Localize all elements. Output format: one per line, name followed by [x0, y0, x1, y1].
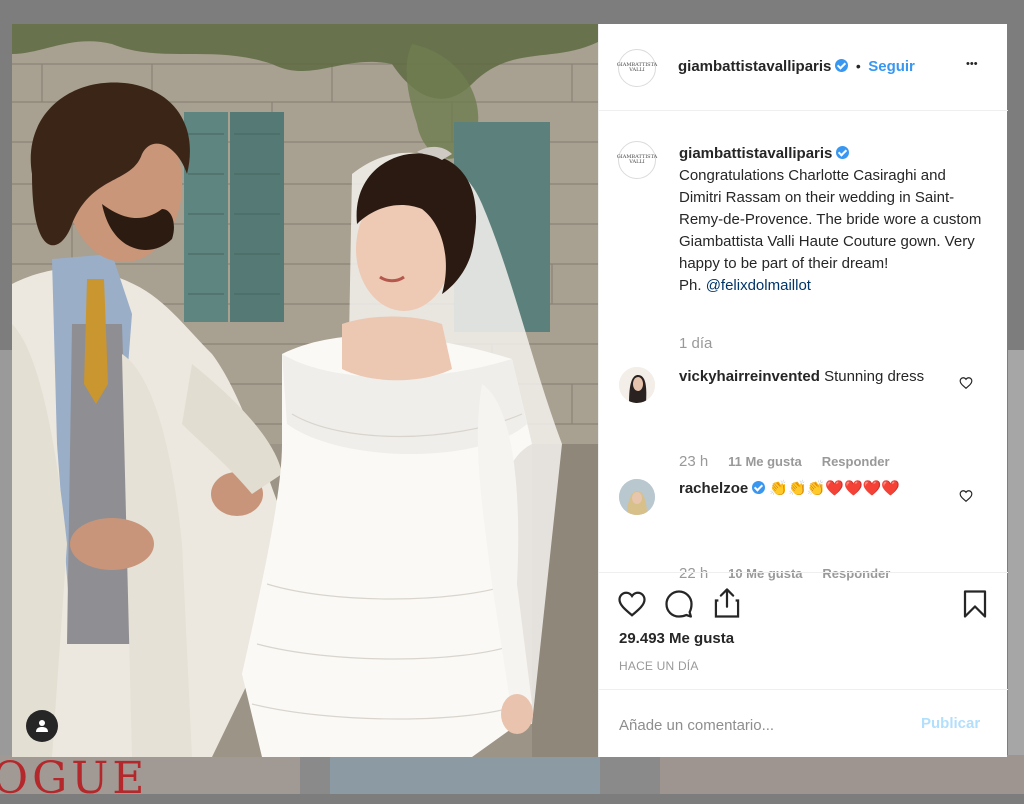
comment-input[interactable]: [617, 712, 901, 738]
bookmark-icon[interactable]: [962, 589, 988, 619]
commenter-photo: [619, 479, 655, 515]
post-sidebar: GIAMBATTISTA VALLI giambattistavallipari…: [598, 24, 1008, 757]
commenter-avatar[interactable]: [619, 367, 655, 403]
verified-badge-icon: [752, 481, 766, 494]
comment-reply-button[interactable]: Responder: [822, 454, 890, 469]
brand-logo-line: VALLI: [629, 159, 645, 165]
comment-username[interactable]: vickyhairreinvented: [679, 368, 820, 385]
author-username[interactable]: giambattistavalliparis: [678, 58, 831, 75]
post-header: GIAMBATTISTA VALLI giambattistavallipari…: [599, 24, 1008, 111]
comment-username[interactable]: rachelzoe: [679, 480, 748, 497]
verified-badge-icon: [836, 146, 850, 159]
background-logo-text: OGUE: [0, 753, 149, 804]
commenter-avatar[interactable]: [619, 479, 655, 515]
comment-text: 👏👏👏❤️❤️❤️❤️: [769, 480, 901, 497]
comment-like-heart-icon[interactable]: [959, 489, 973, 503]
post-caption: giambattistavalliparis Congratulations C…: [679, 143, 984, 297]
comment-like-heart-icon[interactable]: [959, 376, 973, 390]
brand-logo: GIAMBATTISTA VALLI: [617, 155, 658, 165]
caption-text: Congratulations Charlotte Casiraghi and …: [679, 167, 982, 272]
post-timestamp[interactable]: HACE UN DÍA: [619, 659, 699, 673]
background-thumbnail: OGUE: [0, 755, 300, 801]
background-thumbnail: [330, 755, 600, 794]
brand-logo-line: VALLI: [629, 67, 645, 73]
author-avatar[interactable]: GIAMBATTISTA VALLI: [617, 49, 658, 87]
caption-author-avatar[interactable]: GIAMBATTISTA VALLI: [617, 141, 658, 179]
brand-logo: GIAMBATTISTA VALLI: [617, 63, 658, 73]
header-user-line: giambattistavalliparis • Seguir: [678, 58, 915, 76]
like-count[interactable]: 29.493 Me gusta: [619, 630, 734, 647]
verified-badge-icon: [835, 59, 849, 72]
post-actions: 29.493 Me gusta HACE UN DÍA: [599, 572, 1008, 689]
heart-icon[interactable]: [617, 589, 647, 619]
comment-text: Stunning dress: [824, 368, 925, 385]
comment-body: vickyhairreinvented Stunning dress: [679, 366, 949, 388]
post-photo: [12, 24, 598, 757]
caption-author-username[interactable]: giambattistavalliparis: [679, 145, 832, 162]
user-tag-icon: [36, 720, 48, 732]
comment-time[interactable]: 23 h: [679, 453, 708, 470]
publish-button[interactable]: Publicar: [921, 715, 980, 732]
post-modal: GIAMBATTISTA VALLI giambattistavallipari…: [12, 24, 1008, 757]
background-thumbnail: [660, 755, 1024, 794]
share-icon[interactable]: [712, 587, 742, 619]
user-tag-button[interactable]: [26, 710, 58, 742]
comment-meta: 23 h 11 Me gusta Responder: [679, 453, 906, 470]
commenter-photo: [619, 367, 655, 403]
photo-credit-mention[interactable]: @felixdolmaillot: [706, 277, 811, 294]
comments-list: GIAMBATTISTA VALLI giambattistavallipari…: [599, 111, 1008, 582]
comment-body: rachelzoe 👏👏👏❤️❤️❤️❤️: [679, 478, 949, 500]
comment-like-count[interactable]: 11 Me gusta: [728, 454, 802, 469]
follow-button[interactable]: Seguir: [868, 58, 915, 75]
follow-separator: •: [855, 58, 861, 74]
add-comment-bar: Publicar: [599, 689, 1008, 758]
more-options-button[interactable]: •••: [966, 54, 978, 74]
background-page-right: [1008, 350, 1024, 755]
photo-credit-prefix: Ph.: [679, 277, 702, 294]
background-page-left: [0, 350, 12, 755]
comment-icon[interactable]: [664, 589, 694, 619]
caption-timestamp[interactable]: 1 día: [679, 335, 712, 352]
wedding-photo-illustration: [12, 24, 598, 757]
